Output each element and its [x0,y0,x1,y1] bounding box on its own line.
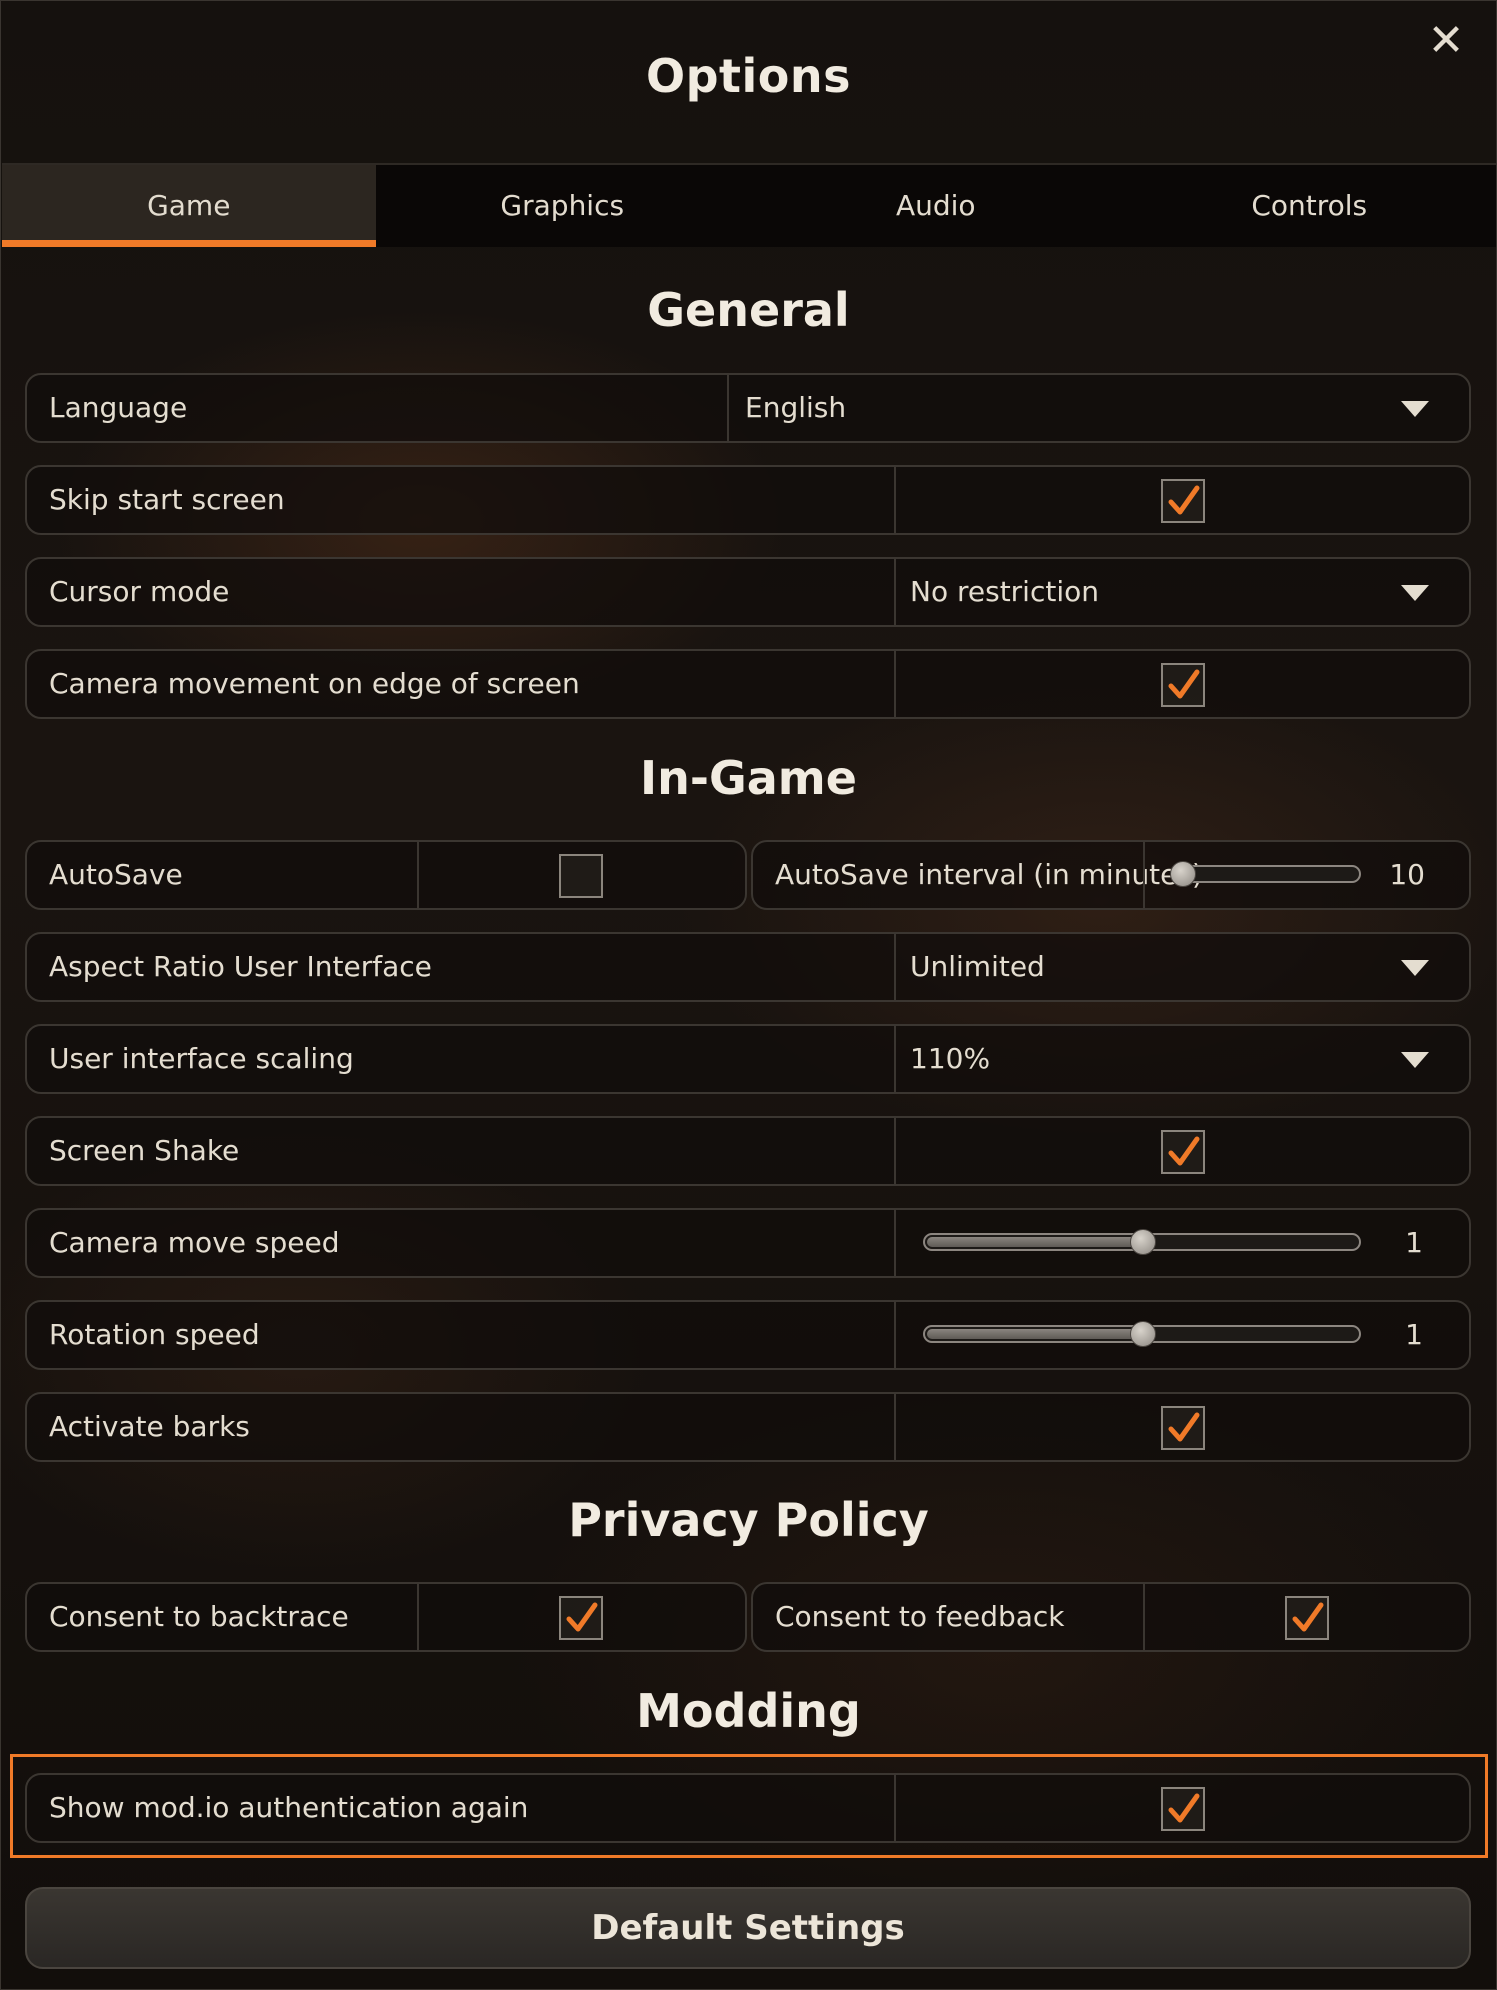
checkmark-icon [1168,1136,1200,1166]
checkmark-icon [1168,1412,1200,1442]
autosave-interval-label: AutoSave interval (in minutes) [775,858,1203,891]
camera-speed-row: Camera move speed 1 [25,1208,1471,1278]
camera-speed-label: Camera move speed [49,1226,340,1259]
section-modding-heading: Modding [636,1684,861,1738]
language-row: Language English [25,373,1471,443]
aspect-ratio-row: Aspect Ratio User Interface Unlimited [25,932,1471,1002]
camera-speed-value: 1 [1405,1226,1423,1259]
chevron-down-icon [1401,960,1429,976]
cursor-mode-dropdown[interactable]: No restriction [896,559,1469,625]
skip-start-checkbox[interactable] [1161,479,1205,523]
language-dropdown[interactable]: English [729,375,1469,441]
aspect-ratio-value: Unlimited [910,950,1045,983]
language-label: Language [49,391,188,424]
barks-label: Activate barks [49,1410,250,1443]
cursor-mode-label: Cursor mode [49,575,230,608]
aspect-ratio-dropdown[interactable]: Unlimited [896,934,1469,1000]
chevron-down-icon [1401,401,1429,417]
tab-controls[interactable]: Controls [1123,165,1497,247]
cursor-mode-row: Cursor mode No restriction [25,557,1471,627]
tab-graphics[interactable]: Graphics [376,165,750,247]
tab-audio[interactable]: Audio [749,165,1123,247]
autosave-interval-value: 10 [1389,858,1425,891]
chevron-down-icon [1401,585,1429,601]
rotation-speed-slider[interactable] [923,1321,1361,1347]
section-general-heading: General [647,283,850,337]
checkmark-icon [1168,1793,1200,1823]
rotation-speed-label: Rotation speed [49,1318,260,1351]
window-title: Options [645,49,852,103]
autosave-interval-slider[interactable] [1170,861,1361,887]
backtrace-row: Consent to backtrace [25,1582,747,1652]
checkmark-icon [566,1602,598,1632]
tab-bar: Game Graphics Audio Controls [2,163,1496,247]
tab-game[interactable]: Game [2,165,376,247]
backtrace-label: Consent to backtrace [49,1600,349,1633]
modio-row: Show mod.io authentication again [25,1773,1471,1843]
ui-scaling-value: 110% [910,1042,991,1075]
feedback-row: Consent to feedback [751,1582,1471,1652]
rotation-speed-value: 1 [1405,1318,1423,1351]
screen-shake-checkbox[interactable] [1161,1130,1205,1174]
camera-edge-checkbox[interactable] [1161,663,1205,707]
camera-speed-slider[interactable] [923,1229,1361,1255]
camera-edge-label: Camera movement on edge of screen [49,667,580,700]
camera-edge-row: Camera movement on edge of screen [25,649,1471,719]
autosave-row: AutoSave [25,840,747,910]
default-settings-button[interactable]: Default Settings [25,1887,1471,1969]
autosave-label: AutoSave [49,858,183,891]
options-window: ✕ Options Game Graphics Audio Controls G… [0,0,1497,1990]
cursor-mode-value: No restriction [910,575,1099,608]
modio-checkbox[interactable] [1161,1787,1205,1831]
checkmark-icon [1168,485,1200,515]
screen-shake-row: Screen Shake [25,1116,1471,1186]
section-privacy-heading: Privacy Policy [568,1493,929,1547]
slider-handle[interactable] [1130,1229,1156,1255]
modio-label: Show mod.io authentication again [49,1791,529,1824]
rotation-speed-row: Rotation speed 1 [25,1300,1471,1370]
checkmark-icon [1168,669,1200,699]
screen-shake-label: Screen Shake [49,1134,240,1167]
checkmark-icon [1292,1602,1324,1632]
autosave-interval-row: AutoSave interval (in minutes) 10 [751,840,1471,910]
ui-scaling-label: User interface scaling [49,1042,354,1075]
aspect-ratio-label: Aspect Ratio User Interface [49,950,432,983]
chevron-down-icon [1401,1052,1429,1068]
autosave-checkbox[interactable] [559,854,603,898]
slider-handle[interactable] [1130,1321,1156,1347]
feedback-checkbox[interactable] [1285,1596,1329,1640]
feedback-label: Consent to feedback [775,1600,1065,1633]
section-ingame-heading: In-Game [640,751,857,805]
barks-row: Activate barks [25,1392,1471,1462]
skip-start-label: Skip start screen [49,483,285,516]
skip-start-row: Skip start screen [25,465,1471,535]
barks-checkbox[interactable] [1161,1406,1205,1450]
language-value: English [745,391,847,424]
backtrace-checkbox[interactable] [559,1596,603,1640]
ui-scaling-dropdown[interactable]: 110% [896,1026,1469,1092]
ui-scaling-row: User interface scaling 110% [25,1024,1471,1094]
